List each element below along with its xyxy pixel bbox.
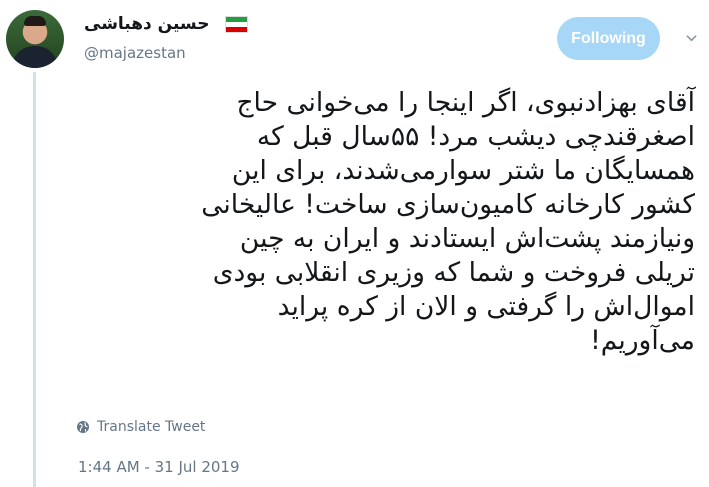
tweet-timestamp[interactable]: 1:44 AM - 31 Jul 2019 — [78, 458, 240, 476]
translate-tweet-label: Translate Tweet — [97, 419, 206, 435]
flag-stripe-red — [226, 27, 247, 32]
avatar[interactable] — [6, 10, 64, 68]
chevron-down-icon[interactable] — [686, 33, 697, 44]
translate-tweet-link[interactable]: Translate Tweet — [76, 419, 205, 435]
following-button[interactable]: Following — [557, 17, 660, 60]
tweet-line: کشور کارخانه کامیون‌سازی ساخت! عالیخانی — [201, 189, 695, 220]
tweet-line: می‌آوریم! — [590, 325, 695, 356]
display-name[interactable]: حسین دهباشی — [84, 14, 209, 34]
tweet-line: ونیازمند پشت‌اش ایستادند و ایران به چین — [239, 223, 695, 254]
tweet-line: اموال‌اش را گرفتی و الان از کره پراید — [277, 291, 695, 322]
avatar-shirt — [12, 46, 58, 68]
avatar-hair — [24, 16, 46, 26]
tweet-line: آقای بهزادنبوی، اگر اینجا را می‌خوانی حا… — [236, 87, 695, 118]
globe-icon — [77, 421, 89, 433]
iran-flag-icon — [225, 16, 248, 33]
tweet-line: تریلی فروخت و شما که وزیری انقلابی بودی — [212, 257, 695, 288]
thread-line — [33, 72, 36, 487]
user-handle[interactable]: @majazestan — [84, 44, 186, 62]
tweet-line: اصغرقندچی دیشب مرد! ۵۵سال قبل که — [256, 121, 695, 152]
tweet-text: آقای بهزادنبوی، اگر اینجا را می‌خوانی حا… — [70, 86, 695, 358]
tweet-line: همسایگان ما شتر سوارمی‌شدند، برای این — [231, 155, 695, 186]
